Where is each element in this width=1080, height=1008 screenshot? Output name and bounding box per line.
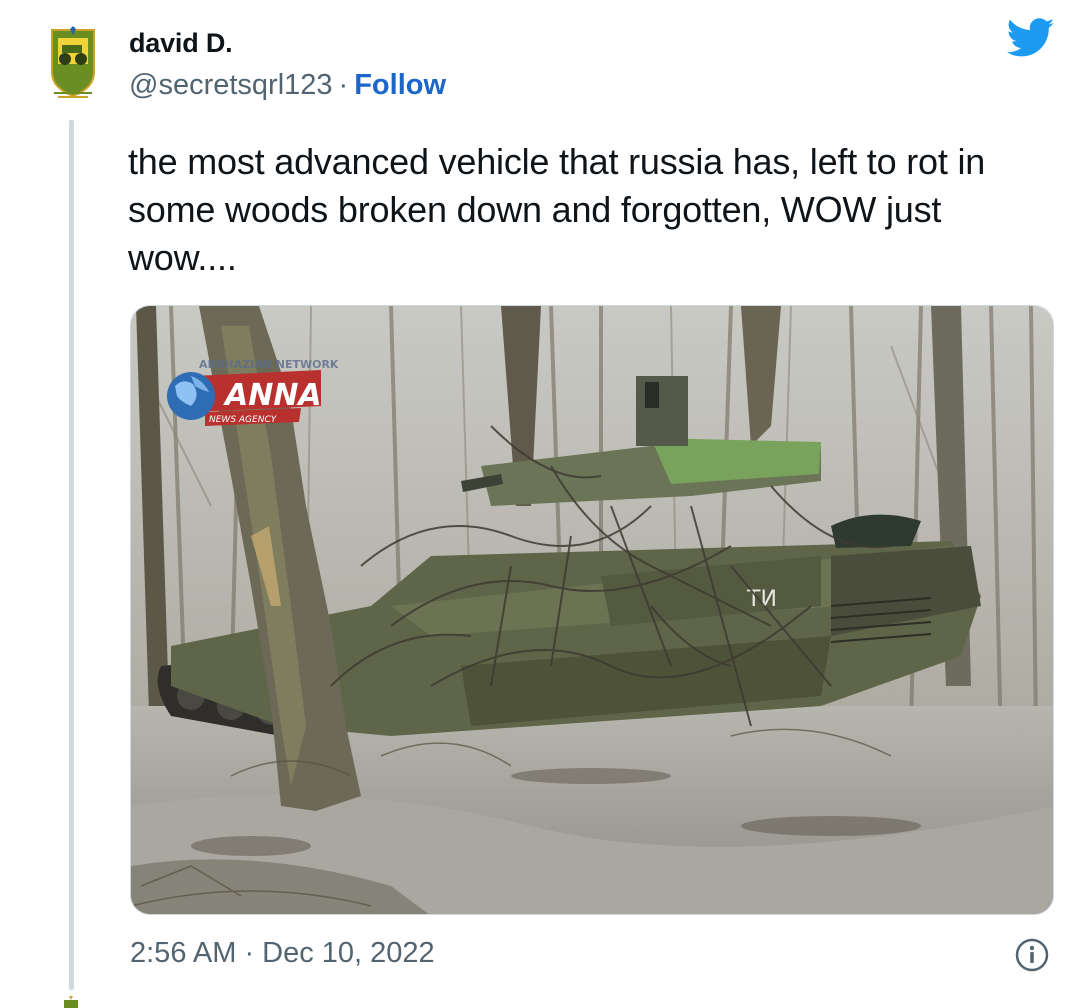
next-tweet-avatar xyxy=(64,996,78,1008)
separator-dot: · xyxy=(338,69,349,101)
follow-button[interactable]: Follow xyxy=(354,69,446,101)
author-handle[interactable]: @secretsqrl123 xyxy=(129,69,333,101)
watermark-brand: ANNA xyxy=(223,378,322,413)
info-icon[interactable] xyxy=(1015,938,1049,972)
author-handle-row: @secretsqrl123 · Follow xyxy=(129,69,446,102)
tweet-media-image[interactable]: ТИ ABKHAZIAN NETWORK ANNA NEWS AGENCY xyxy=(130,305,1054,915)
thread-line xyxy=(69,120,74,990)
author-display-name[interactable]: david D. xyxy=(129,28,233,59)
avatar[interactable] xyxy=(48,26,98,102)
watermark-subtitle: NEWS AGENCY xyxy=(209,415,278,425)
tweet-timestamp[interactable]: 2:56 AM · Dec 10, 2022 xyxy=(130,937,435,970)
twitter-bird-icon[interactable] xyxy=(1007,18,1055,58)
watermark-top-text: ABKHAZIAN NETWORK xyxy=(199,358,339,371)
tweet-text: the most advanced vehicle that russia ha… xyxy=(128,141,986,278)
